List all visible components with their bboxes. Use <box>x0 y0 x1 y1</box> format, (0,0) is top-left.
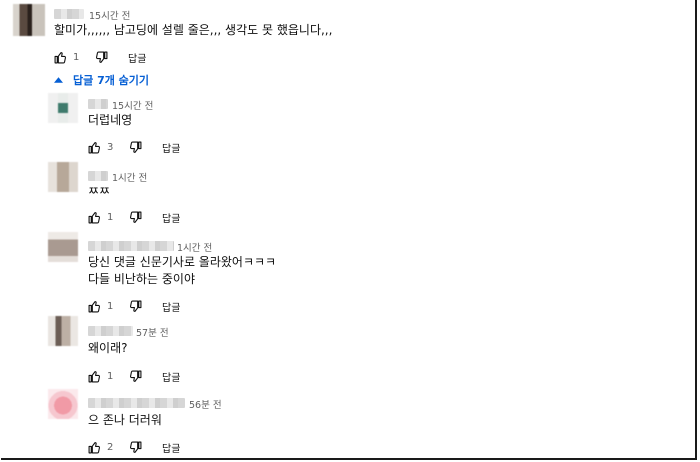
reply-avatar[interactable] <box>48 232 78 262</box>
caret-up-icon <box>54 77 63 83</box>
reply-button[interactable]: 답글 <box>162 140 180 155</box>
thumbs-down-icon[interactable] <box>129 141 142 154</box>
thumbs-up-icon[interactable] <box>88 370 101 383</box>
like-count: 1 <box>107 211 114 223</box>
reply-author-name-blurred[interactable] <box>88 171 108 181</box>
reply-timestamp[interactable]: 56분 전 <box>189 397 222 411</box>
reply-actions: 1 답글 <box>88 299 180 314</box>
comment-text: 할미가,,,,,, 남고딩에 설렐 줄은,,, 생각도 못 했읍니다,,, <box>54 23 333 37</box>
like-count: 1 <box>107 370 114 382</box>
thumbs-down-icon[interactable] <box>129 370 142 383</box>
reply-button[interactable]: 답글 <box>162 440 180 455</box>
reply-timestamp[interactable]: 57분 전 <box>136 325 169 339</box>
reply-actions: 3 답글 <box>88 140 180 155</box>
comment-actions: 1 답글 <box>54 50 146 65</box>
reply-text-line: 당신 댓글 신문기사로 올라왔어ㅋㅋㅋ <box>88 255 277 269</box>
reply-actions: 1 답글 <box>88 369 180 384</box>
thumbs-up-icon[interactable] <box>54 51 67 64</box>
reply-button[interactable]: 답글 <box>162 299 180 314</box>
reply-avatar[interactable] <box>48 389 78 419</box>
thumbs-up-icon[interactable] <box>88 211 101 224</box>
reply-avatar[interactable] <box>48 162 78 192</box>
comment-thread-frame <box>1 0 697 460</box>
reply-button[interactable]: 답글 <box>128 50 146 65</box>
reply-author-name-blurred[interactable] <box>88 326 133 336</box>
reply-timestamp[interactable]: 1시간 전 <box>177 240 212 254</box>
like-count: 3 <box>107 141 114 153</box>
thumbs-up-icon[interactable] <box>88 441 101 454</box>
reply-text: ㅉㅉ <box>88 184 111 198</box>
hide-replies-label: 답글 7개 숨기기 <box>73 74 150 87</box>
reply-author-name-blurred[interactable] <box>88 99 108 109</box>
thumbs-down-icon[interactable] <box>95 51 108 64</box>
reply-text: 더럽네영 <box>88 113 133 127</box>
thumbs-up-icon[interactable] <box>88 141 101 154</box>
reply-timestamp[interactable]: 1시간 전 <box>112 170 147 184</box>
like-count: 2 <box>107 441 114 453</box>
reply-timestamp[interactable]: 15시간 전 <box>112 98 153 112</box>
reply-author-name-blurred[interactable] <box>88 398 185 408</box>
thumbs-up-icon[interactable] <box>88 300 101 313</box>
reply-text-line: 다들 비난하는 중이야 <box>88 272 195 286</box>
reply-actions: 2 답글 <box>88 440 180 455</box>
like-count: 1 <box>73 51 80 63</box>
reply-text: 왜이래? <box>88 341 128 355</box>
thumbs-down-icon[interactable] <box>129 300 142 313</box>
reply-button[interactable]: 답글 <box>162 369 180 384</box>
reply-avatar[interactable] <box>48 93 78 123</box>
reply-author-name-blurred[interactable] <box>88 241 174 251</box>
thumbs-down-icon[interactable] <box>129 441 142 454</box>
reply-actions: 1 답글 <box>88 210 180 225</box>
commenter-avatar[interactable] <box>13 4 45 36</box>
like-count: 1 <box>107 300 114 312</box>
commenter-name-blurred[interactable] <box>54 9 84 19</box>
hide-replies-toggle[interactable]: 답글 7개 숨기기 <box>54 72 149 88</box>
thumbs-down-icon[interactable] <box>129 211 142 224</box>
reply-button[interactable]: 답글 <box>162 210 180 225</box>
reply-text: 으 존나 더러워 <box>88 413 162 427</box>
comment-timestamp[interactable]: 15시간 전 <box>89 8 130 22</box>
reply-avatar[interactable] <box>48 316 78 346</box>
